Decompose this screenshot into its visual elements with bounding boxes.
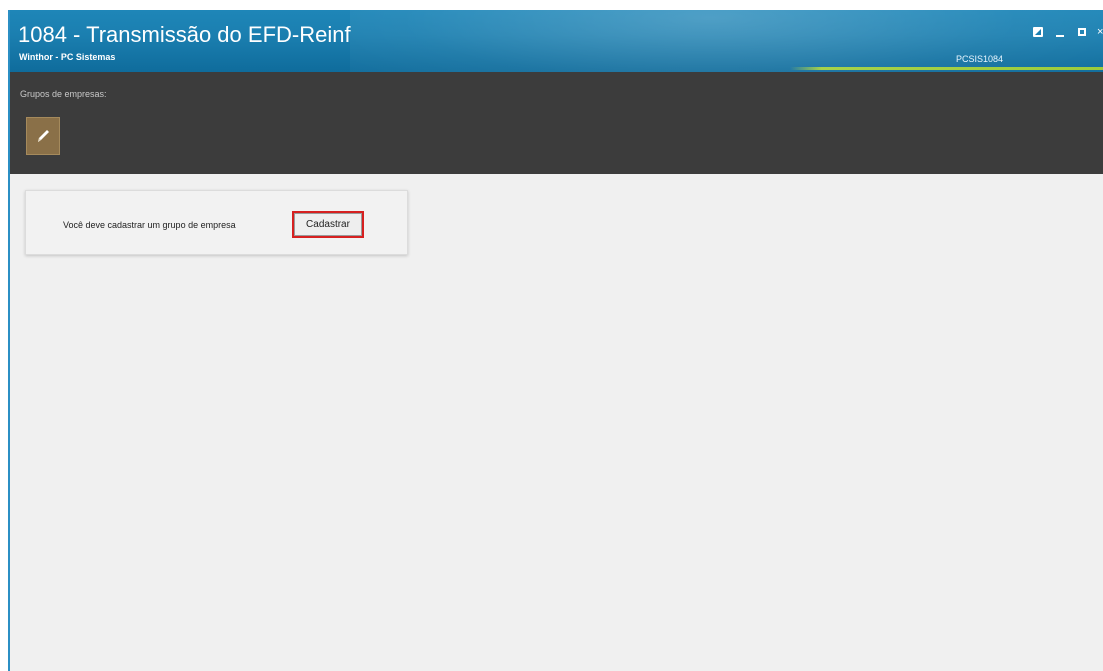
close-icon: × bbox=[1097, 27, 1103, 37]
minimize-icon bbox=[1056, 35, 1064, 37]
company-groups-label: Grupos de empresas: bbox=[20, 89, 107, 99]
company-groups-toolbar: Grupos de empresas: bbox=[10, 72, 1103, 174]
register-group-message: Você deve cadastrar um grupo de empresa bbox=[63, 220, 236, 230]
window-controls: × bbox=[1031, 24, 1103, 40]
restore-button[interactable] bbox=[1031, 25, 1045, 39]
title-bar: 1084 - Transmissão do EFD-Reinf Winthor … bbox=[10, 10, 1103, 72]
register-button[interactable]: Cadastrar bbox=[292, 211, 364, 238]
window-title: 1084 - Transmissão do EFD-Reinf bbox=[18, 22, 351, 47]
restore-icon bbox=[1033, 27, 1043, 37]
main-content: Você deve cadastrar um grupo de empresa … bbox=[10, 174, 1103, 671]
pencil-icon bbox=[38, 130, 49, 142]
minimize-button[interactable] bbox=[1053, 25, 1067, 39]
accent-line bbox=[790, 67, 1103, 70]
close-button[interactable]: × bbox=[1097, 25, 1103, 39]
app-window: 1084 - Transmissão do EFD-Reinf Winthor … bbox=[8, 10, 1103, 671]
register-button-label: Cadastrar bbox=[294, 213, 362, 236]
register-group-card: Você deve cadastrar um grupo de empresa … bbox=[25, 190, 408, 255]
window-subtitle: Winthor - PC Sistemas bbox=[19, 52, 116, 62]
maximize-icon bbox=[1078, 28, 1086, 36]
edit-company-groups-button[interactable] bbox=[26, 117, 60, 155]
routine-code: PCSIS1084 bbox=[956, 54, 1004, 64]
maximize-button[interactable] bbox=[1075, 25, 1089, 39]
